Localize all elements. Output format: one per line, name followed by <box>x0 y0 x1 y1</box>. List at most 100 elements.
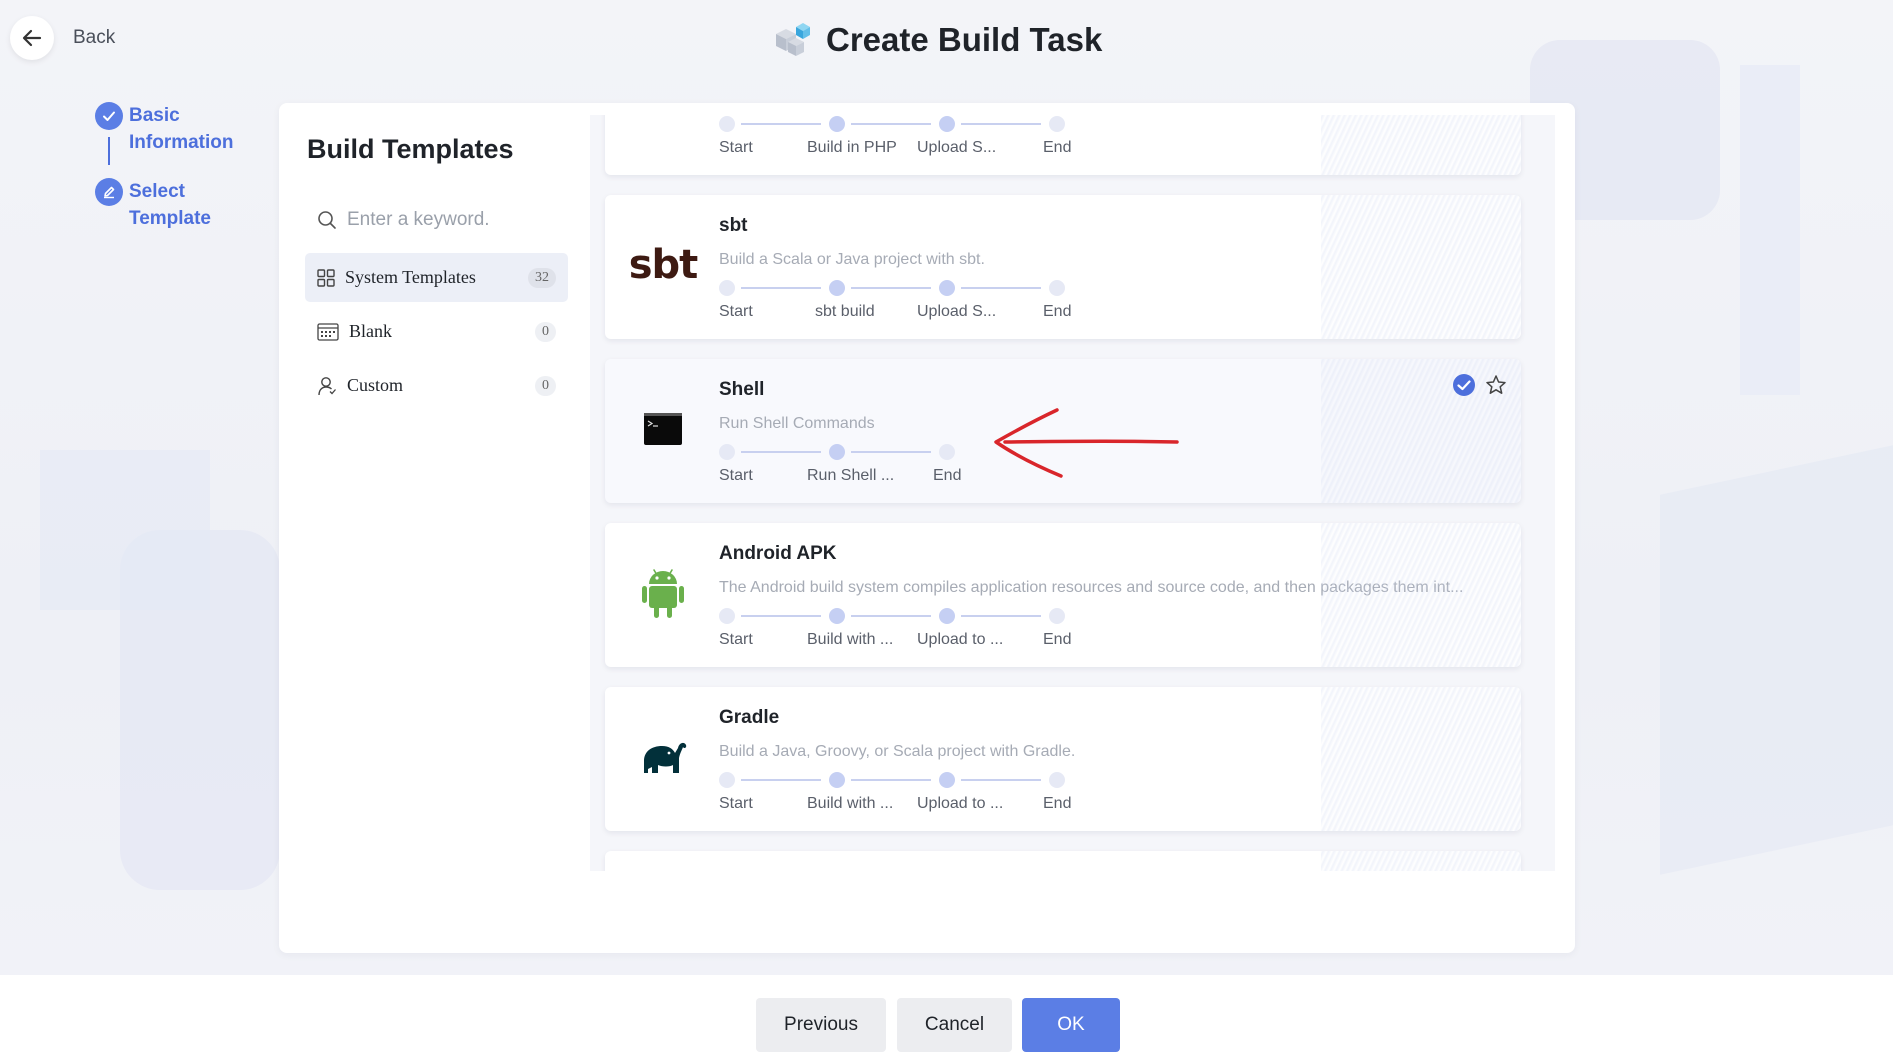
template-description: Build a Java, Groovy, or Scala project w… <box>719 743 1076 760</box>
flow-connector <box>851 451 931 453</box>
page-header: Back Create Build Task <box>0 0 1893 80</box>
template-actions <box>1452 373 1507 397</box>
background-decoration <box>40 450 210 610</box>
page-title: Create Build Task <box>826 21 1103 58</box>
android-icon <box>613 543 713 643</box>
template-card-android-apk[interactable]: Android APK The Android build system com… <box>605 523 1521 667</box>
template-flow: Start Build in PHP Upload S... End <box>719 116 1119 166</box>
flow-step-dot <box>719 444 735 460</box>
flow-connector <box>741 123 821 125</box>
search-input[interactable] <box>347 209 537 231</box>
calendar-grid-icon <box>317 322 339 341</box>
step-label-line: Template <box>129 208 212 229</box>
flow-step-label: Start <box>719 467 753 484</box>
flow-step-dot <box>829 608 845 624</box>
template-list[interactable]: Start Build in PHP Upload S... End sbt s… <box>590 115 1555 871</box>
template-card-next[interactable] <box>605 851 1521 871</box>
flow-step-label: End <box>1043 303 1072 320</box>
back-label[interactable]: Back <box>73 27 115 49</box>
flow-step-dot <box>719 772 735 788</box>
flow-step-label: Upload S... <box>917 139 997 156</box>
flow-connector <box>851 615 931 617</box>
template-flow: Start sbt build Upload S... End <box>719 280 1119 330</box>
template-card-sbt[interactable]: sbt sbt Build a Scala or Java project wi… <box>605 195 1521 339</box>
back-button[interactable]: Back <box>10 16 115 60</box>
category-count: 0 <box>535 375 556 396</box>
flow-connector <box>741 287 821 289</box>
gradle-elephant-icon <box>613 707 713 807</box>
flow-connector <box>851 779 931 781</box>
step-label: Basic Information <box>129 102 234 156</box>
ok-button[interactable]: OK <box>1022 998 1120 1052</box>
flow-connector <box>741 615 821 617</box>
step-label-line: Basic <box>129 105 180 126</box>
flow-step-dot <box>939 444 955 460</box>
flow-step-dot <box>939 280 955 296</box>
flow-step-label: End <box>933 467 962 484</box>
flow-connector <box>741 451 821 453</box>
flow-step-label: Upload to ... <box>917 795 1004 812</box>
template-flow: Start Build with ... Upload to ... End <box>719 608 1119 658</box>
background-decoration <box>1660 445 1893 875</box>
flow-connector <box>851 123 931 125</box>
footer-bar: Previous Cancel OK <box>0 975 1893 1059</box>
step-label-line: Information <box>129 132 234 153</box>
back-arrow-icon[interactable] <box>10 16 54 60</box>
step-label: Select Template <box>129 178 211 232</box>
flow-step-dot <box>829 280 845 296</box>
category-custom[interactable]: Custom 0 <box>305 361 568 410</box>
template-description: Build a Scala or Java project with sbt. <box>719 251 985 268</box>
step-select-template[interactable]: Select Template <box>95 178 234 232</box>
edit-pencil-icon <box>95 178 123 206</box>
flow-step-label: Build with ... <box>807 631 894 648</box>
template-card-php[interactable]: Start Build in PHP Upload S... End <box>605 115 1521 175</box>
flow-step-label: Upload to ... <box>917 631 1004 648</box>
flow-step-label: Build with ... <box>807 795 894 812</box>
flow-step-label: End <box>1043 795 1072 812</box>
flow-step-dot <box>719 608 735 624</box>
flow-step-dot <box>1049 608 1065 624</box>
template-flow: Start Build with ... Upload to ... End <box>719 772 1119 822</box>
template-name: Android APK <box>719 543 837 564</box>
sbt-logo-text: sbt <box>628 242 699 288</box>
sbt-logo-icon: sbt <box>613 215 713 315</box>
flow-connector <box>961 615 1041 617</box>
flow-connector <box>961 287 1041 289</box>
step-label-line: Select <box>129 181 185 202</box>
flow-step-dot <box>939 116 955 132</box>
flow-step-label: Start <box>719 631 753 648</box>
category-count: 0 <box>535 321 556 342</box>
search-box[interactable] <box>317 203 542 237</box>
flow-step-dot <box>939 608 955 624</box>
flow-step-label: Start <box>719 139 753 156</box>
flow-connector <box>741 779 821 781</box>
step-basic-information[interactable]: Basic Information <box>95 102 234 165</box>
wizard-steps: Basic Information Select Template <box>95 102 234 232</box>
category-label: Blank <box>349 321 392 341</box>
terminal-icon <box>613 379 713 479</box>
template-card-gradle[interactable]: Gradle Build a Java, Groovy, or Scala pr… <box>605 687 1521 831</box>
category-label: System Templates <box>345 267 476 287</box>
previous-button[interactable]: Previous <box>756 998 886 1052</box>
selected-check-icon[interactable] <box>1452 373 1476 397</box>
template-name: Gradle <box>719 707 780 728</box>
page-title-group: Create Build Task <box>770 18 1102 62</box>
star-favorite-icon[interactable] <box>1485 374 1507 396</box>
user-icon <box>318 376 336 395</box>
category-count: 32 <box>528 267 556 288</box>
step-connector <box>108 137 110 165</box>
background-decoration <box>1740 65 1800 395</box>
flow-step-dot <box>719 116 735 132</box>
category-system-templates[interactable]: System Templates 32 <box>305 253 568 302</box>
flow-connector <box>961 123 1041 125</box>
cancel-button[interactable]: Cancel <box>897 998 1012 1052</box>
category-blank[interactable]: Blank 0 <box>305 307 568 356</box>
flow-connector <box>851 287 931 289</box>
category-label: Custom <box>347 375 404 395</box>
flow-step-label: Build in PHP <box>807 139 897 156</box>
search-icon <box>318 211 336 229</box>
check-icon <box>95 102 123 130</box>
background-decoration <box>120 530 280 890</box>
grid-icon <box>317 268 335 287</box>
flow-step-label: End <box>1043 631 1072 648</box>
